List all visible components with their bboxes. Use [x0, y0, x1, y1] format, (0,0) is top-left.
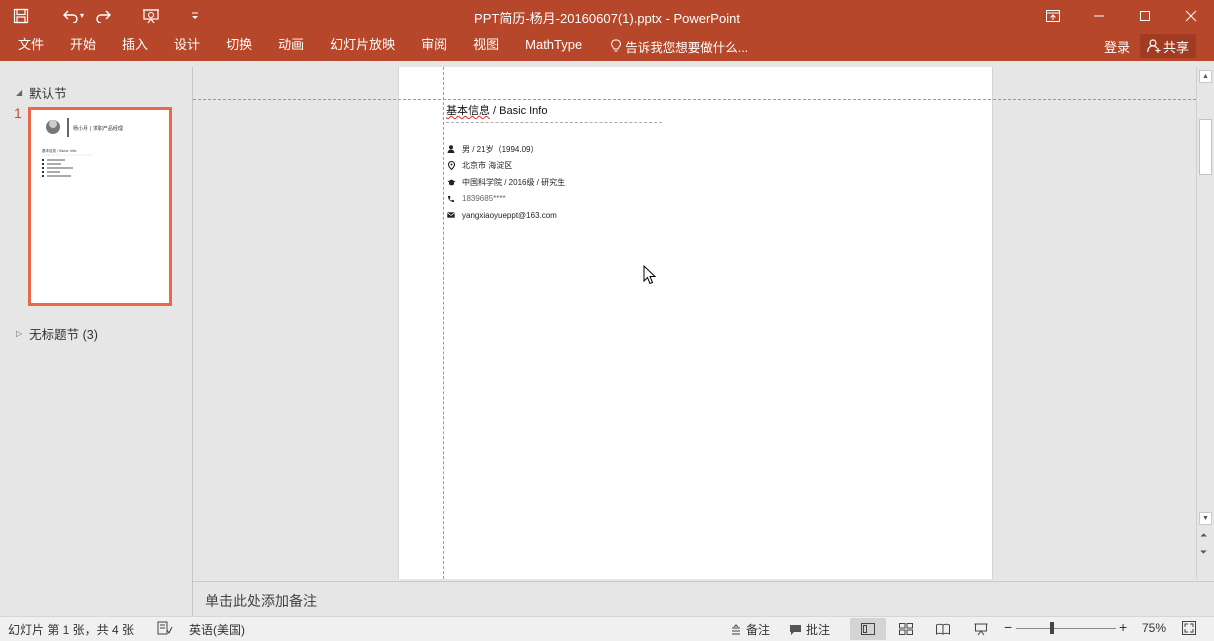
mouse-cursor-icon [643, 265, 657, 285]
notes-pane[interactable]: 单击此处添加备注 [193, 581, 1214, 615]
zoom-slider[interactable] [1016, 628, 1116, 629]
spell-check-icon[interactable] [157, 621, 173, 635]
section-default[interactable]: ◢ 默认节 [16, 83, 67, 102]
normal-view-icon[interactable] [850, 618, 886, 640]
section-default-label: 默认节 [29, 87, 67, 101]
zoom-slider-knob[interactable] [1050, 622, 1054, 634]
tab-view[interactable]: 视图 [460, 31, 512, 61]
info-email-text: yangxiaoyueppt@163.com [462, 210, 557, 220]
section-untitled-label: 无标题节 (3) [29, 328, 98, 342]
phone-icon [446, 194, 456, 204]
heading-divider [446, 122, 662, 123]
scroll-down-icon[interactable]: ▼ [1199, 512, 1212, 525]
redo-icon[interactable] [90, 3, 116, 29]
fit-to-window-icon[interactable] [1182, 621, 1196, 635]
heading-cn-text: 基本信息 [446, 105, 490, 117]
slide-heading[interactable]: 基本信息 / Basic Info [446, 102, 547, 118]
section-untitled[interactable]: ▷ 无标题节 (3) [16, 324, 98, 343]
login-link[interactable]: 登录 [1104, 37, 1130, 56]
tab-file[interactable]: 文件 [0, 31, 57, 61]
thumb-subtitle-text: 基本信息 / Basic Info [42, 148, 76, 153]
minimize-icon[interactable] [1076, 0, 1122, 31]
slide-sorter-icon[interactable] [888, 618, 924, 640]
reading-view-icon[interactable] [925, 618, 961, 640]
expand-triangle-icon[interactable]: ▷ [16, 329, 22, 338]
vertical-scrollbar[interactable]: ▲ ▼ ⏶ ⏷ [1196, 67, 1214, 579]
info-gender-age: 男 / 21岁（1994.09） [446, 141, 565, 158]
info-education-text: 中国科学院 / 2016级 / 研究生 [462, 177, 566, 187]
zoom-level[interactable]: 75% [1142, 621, 1166, 635]
thumbnail-preview: 杨小月 | 求职产品经理 基本信息 / Basic Info [42, 118, 123, 177]
ribbon-display-options-icon[interactable] [1030, 0, 1076, 31]
info-location: 北京市 海淀区 [446, 158, 565, 175]
tab-animations[interactable]: 动画 [265, 31, 317, 61]
thumb-title-text: 杨小月 | 求职产品经理 [73, 125, 123, 132]
ribbon-tab-bar: 文件 开始 插入 设计 切换 动画 幻灯片放映 审阅 视图 MathType 告… [0, 31, 1214, 61]
vertical-guide[interactable] [443, 67, 444, 579]
language-indicator[interactable]: 英语(美国) [189, 621, 245, 638]
heading-en-text: / Basic Info [490, 105, 548, 117]
title-bar: ▾ PPT简历-杨月-20160607(1).pptx - PowerPoint [0, 0, 1214, 31]
share-label: 共享 [1162, 39, 1189, 55]
slide-thumbnail-pane: ◢ 默认节 1 杨小月 | 求职产品经理 基本信息 / Basic Info ▷… [0, 67, 192, 616]
tab-transitions[interactable]: 切换 [213, 31, 265, 61]
info-education: 中国科学院 / 2016级 / 研究生 [446, 174, 565, 191]
horizontal-guide[interactable] [193, 99, 1196, 100]
close-icon[interactable] [1168, 0, 1214, 31]
slideshow-view-icon[interactable] [963, 618, 999, 640]
tell-me-text: 告诉我您想要做什么... [625, 40, 749, 55]
slide-thumbnail-1[interactable]: 杨小月 | 求职产品经理 基本信息 / Basic Info [28, 107, 172, 306]
quick-access-toolbar: ▾ [0, 0, 208, 31]
tab-insert[interactable]: 插入 [109, 31, 161, 61]
notes-icon [732, 623, 740, 634]
tab-design[interactable]: 设计 [161, 31, 213, 61]
basic-info-list[interactable]: 男 / 21岁（1994.09） 北京市 海淀区 中国科学院 / 2016级 /… [446, 141, 565, 224]
slide-count: 幻灯片 第 1 张，共 4 张 [8, 623, 135, 637]
save-icon[interactable] [8, 3, 34, 29]
comments-toggle[interactable]: 批注 [789, 621, 830, 638]
tab-review[interactable]: 审阅 [408, 31, 460, 61]
tab-home[interactable]: 开始 [57, 31, 109, 61]
notes-toggle[interactable]: 备注 [730, 621, 770, 638]
previous-slide-icon[interactable]: ⏶ [1200, 530, 1207, 540]
graduation-cap-icon [446, 177, 456, 187]
person-icon [446, 144, 456, 154]
customize-qat-icon[interactable] [182, 3, 208, 29]
person-add-icon [1147, 39, 1161, 53]
location-pin-icon [446, 161, 456, 171]
comment-icon [790, 624, 801, 635]
status-bar: 幻灯片 第 1 张，共 4 张 英语(美国) 备注 批注 − + 75% [0, 616, 1214, 641]
lightbulb-icon [611, 39, 622, 52]
slide-editing-area: 基本信息 / Basic Info 男 / 21岁（1994.09） 北京市 海… [193, 67, 1196, 579]
zoom-out-icon[interactable]: − [1004, 619, 1012, 635]
share-button[interactable]: 共享 [1140, 34, 1196, 58]
tab-slideshow[interactable]: 幻灯片放映 [317, 31, 408, 61]
comments-toggle-label: 批注 [806, 623, 831, 637]
mail-icon [446, 210, 456, 220]
next-slide-icon[interactable]: ⏷ [1200, 547, 1207, 557]
tell-me-box[interactable]: 告诉我您想要做什么... [595, 31, 748, 61]
info-location-text: 北京市 海淀区 [462, 161, 513, 171]
scroll-up-icon[interactable]: ▲ [1199, 70, 1212, 83]
notes-placeholder: 单击此处添加备注 [205, 593, 317, 609]
info-email: yangxiaoyueppt@163.com [446, 207, 565, 224]
collapse-triangle-icon[interactable]: ◢ [16, 88, 22, 97]
maximize-icon[interactable] [1122, 0, 1168, 31]
info-phone: 1839685**** [446, 191, 565, 208]
undo-dropdown-icon[interactable]: ▾ [80, 11, 84, 20]
tab-mathtype[interactable]: MathType [512, 31, 595, 61]
notes-toggle-label: 备注 [746, 623, 771, 637]
info-phone-text: 1839685**** [462, 194, 506, 204]
zoom-in-icon[interactable]: + [1119, 619, 1127, 635]
info-gender-age-text: 男 / 21岁（1994.09） [462, 144, 539, 154]
present-from-start-icon[interactable] [138, 3, 164, 29]
slide-number: 1 [14, 105, 22, 121]
scroll-thumb[interactable] [1199, 119, 1212, 175]
